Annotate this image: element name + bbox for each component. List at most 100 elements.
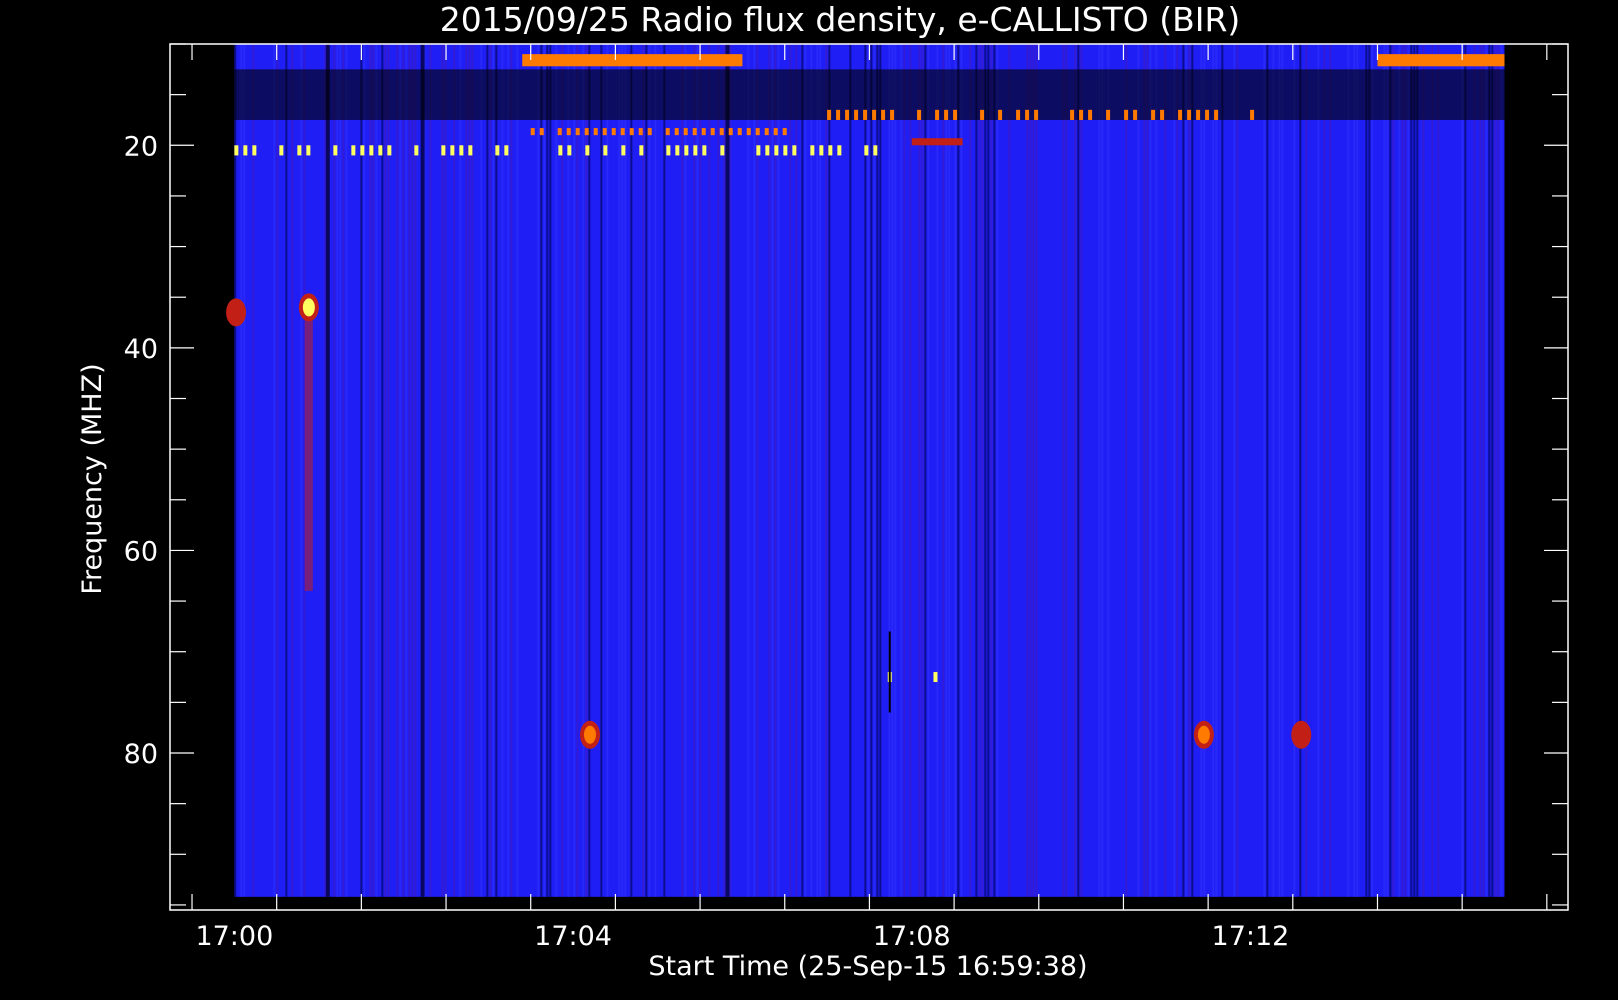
stripe bbox=[873, 44, 876, 897]
band-dash bbox=[828, 145, 833, 156]
band-dash bbox=[773, 128, 778, 136]
stripe bbox=[1029, 44, 1032, 897]
band-dash bbox=[684, 145, 689, 156]
stripe bbox=[1032, 44, 1035, 897]
stripe bbox=[981, 44, 984, 897]
stripe bbox=[1062, 44, 1065, 897]
stripe bbox=[1263, 44, 1266, 897]
stripe bbox=[1353, 44, 1356, 897]
stripe bbox=[399, 44, 402, 897]
stripe bbox=[1155, 44, 1158, 897]
stripe bbox=[1431, 44, 1434, 897]
stripe bbox=[345, 44, 348, 897]
band-dash bbox=[719, 128, 724, 136]
band-dash bbox=[666, 145, 671, 156]
stripe bbox=[1482, 44, 1485, 897]
band-1 bbox=[1377, 54, 1505, 67]
stripe bbox=[1401, 44, 1404, 897]
stripe bbox=[1098, 44, 1101, 897]
stripe bbox=[774, 44, 777, 897]
band-dash bbox=[701, 128, 706, 136]
band-dash bbox=[692, 128, 697, 136]
stripe bbox=[405, 44, 408, 897]
stripe bbox=[921, 44, 924, 897]
stripe bbox=[495, 44, 498, 897]
band-dash bbox=[369, 145, 374, 156]
stripe bbox=[936, 44, 939, 897]
stripe bbox=[381, 44, 384, 897]
stripe bbox=[753, 44, 756, 897]
stripe bbox=[510, 44, 513, 897]
band-dash bbox=[863, 109, 868, 120]
stripe bbox=[960, 44, 963, 897]
stripe bbox=[414, 44, 417, 897]
stripe bbox=[801, 44, 804, 897]
stripe bbox=[645, 44, 648, 897]
stripe bbox=[777, 44, 780, 897]
stripe bbox=[1125, 44, 1128, 897]
stripe bbox=[1107, 44, 1110, 897]
stripe bbox=[1437, 44, 1440, 897]
stripe bbox=[501, 44, 504, 897]
stripe bbox=[957, 44, 960, 897]
band-dash bbox=[557, 128, 562, 136]
stripe bbox=[561, 44, 564, 897]
stripe bbox=[1215, 44, 1218, 897]
stripe bbox=[402, 44, 405, 897]
stripe bbox=[945, 44, 948, 897]
stripe bbox=[624, 44, 627, 897]
stripe bbox=[918, 44, 921, 897]
stripe bbox=[693, 44, 696, 897]
stripe bbox=[486, 44, 489, 897]
stripe bbox=[987, 44, 990, 897]
band-dash bbox=[665, 128, 670, 136]
stripe bbox=[756, 44, 759, 897]
band-dash bbox=[935, 109, 940, 120]
stripe bbox=[471, 44, 474, 897]
band-dash bbox=[252, 145, 257, 156]
burst-10 bbox=[1197, 725, 1210, 744]
y-tick-label: 40 bbox=[124, 334, 158, 365]
band-dash bbox=[279, 145, 284, 156]
band-dash bbox=[1178, 109, 1183, 120]
stripe bbox=[696, 44, 699, 897]
stripe bbox=[900, 44, 903, 897]
stripe bbox=[537, 44, 540, 897]
band-dash bbox=[539, 128, 544, 136]
stripe bbox=[1203, 44, 1206, 897]
band-2 bbox=[234, 69, 1505, 120]
stripe bbox=[1293, 44, 1296, 897]
stripe bbox=[1386, 44, 1389, 897]
stripe bbox=[375, 44, 378, 897]
band-dash bbox=[953, 109, 958, 120]
stripe bbox=[555, 44, 558, 897]
stripe bbox=[384, 44, 387, 897]
stripe bbox=[771, 44, 774, 897]
band-dash bbox=[819, 145, 824, 156]
stripe bbox=[876, 44, 879, 897]
stripe bbox=[621, 44, 624, 897]
band-dash bbox=[387, 145, 392, 156]
burst-11 bbox=[1295, 725, 1308, 744]
stripe bbox=[1200, 44, 1203, 897]
stripe bbox=[717, 44, 720, 897]
stripe bbox=[1008, 44, 1011, 897]
stripe bbox=[1185, 44, 1188, 897]
stripe bbox=[879, 44, 882, 897]
stripe bbox=[990, 44, 993, 897]
stripe bbox=[747, 44, 750, 897]
stripe bbox=[363, 44, 366, 897]
stripe bbox=[1137, 44, 1140, 897]
band-6 bbox=[911, 138, 963, 146]
spike-13 bbox=[933, 672, 938, 683]
stripe bbox=[1392, 44, 1395, 897]
band-dash bbox=[360, 145, 365, 156]
stripe bbox=[1383, 44, 1386, 897]
stripe bbox=[924, 44, 927, 897]
band-dash bbox=[378, 145, 383, 156]
stripe bbox=[1176, 44, 1179, 897]
dropout-line bbox=[888, 631, 891, 713]
band-dash bbox=[693, 145, 698, 156]
stripe bbox=[1299, 44, 1302, 897]
stripe bbox=[1473, 44, 1476, 897]
